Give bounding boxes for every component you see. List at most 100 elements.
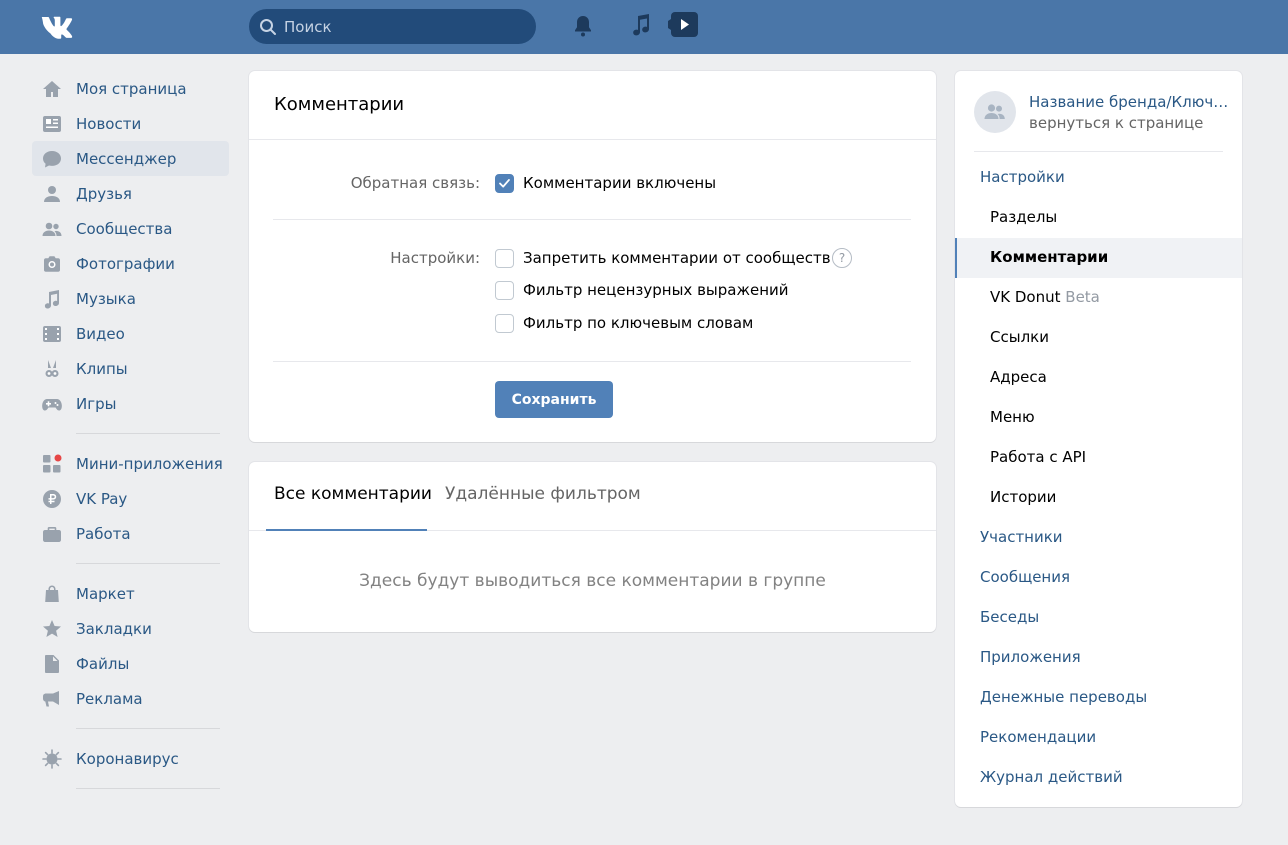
keyword-filter-label[interactable]: Фильтр по ключевым словам [523,314,753,332]
friends-icon [44,186,60,202]
file-icon [45,655,59,673]
settings-nav-comments[interactable]: Комментарии [955,238,1242,278]
nav-item-mini-apps[interactable]: Мини-приложения [32,446,229,481]
nav-item-games[interactable]: Игры [32,386,229,421]
nav-label: Клипы [76,360,128,378]
settings-label: Настройки: [390,249,480,267]
community-avatar[interactable] [974,91,1016,133]
tab-all-comments[interactable]: Все комментарии [274,484,432,504]
clips-icon [45,360,59,377]
left-nav: Моя страница Новости Мессенджер Друзья С… [32,71,229,801]
nav-label: Друзья [76,185,132,203]
home-icon [43,81,61,97]
section-divider [273,219,911,220]
bell-icon[interactable] [571,14,595,38]
news-icon [43,116,61,132]
block-community-comments-checkbox[interactable] [495,249,514,268]
nav-item-music[interactable]: Музыка [32,281,229,316]
keyword-filter-checkbox[interactable] [495,314,514,333]
checkmark-icon [499,179,510,188]
nav-label: Беседы [980,608,1040,626]
nav-item-clips[interactable]: Клипы [32,351,229,386]
video-icon [43,326,61,342]
nav-item-photos[interactable]: Фотографии [32,246,229,281]
nav-label: Меню [990,408,1035,426]
tab-filtered-comments[interactable]: Удалённые фильтром [445,484,641,504]
save-button[interactable]: Сохранить [495,381,613,418]
back-to-page-link[interactable]: вернуться к странице [1029,114,1203,132]
nav-item-communities[interactable]: Сообщества [32,211,229,246]
search-bar[interactable] [249,9,536,44]
nav-item-news[interactable]: Новости [32,106,229,141]
help-icon[interactable]: ? [832,248,852,268]
nav-item-messenger[interactable]: Мессенджер [32,141,229,176]
settings-nav-stories[interactable]: Истории [955,478,1242,518]
settings-nav-chats[interactable]: Беседы [955,598,1242,638]
comments-enabled-label[interactable]: Комментарии включены [523,174,716,192]
nav-item-video[interactable]: Видео [32,316,229,351]
community-icon [984,104,1005,119]
page-title: Комментарии [274,94,405,115]
nav-divider [76,563,220,564]
nav-item-work[interactable]: Работа [32,516,229,551]
settings-nav-apps[interactable]: Приложения [955,638,1242,678]
comments-settings-card: Комментарии Обратная связь: Комментарии … [249,71,936,442]
nav-label: VK Pay [76,490,128,508]
nav-label: Закладки [76,620,152,638]
settings-nav-vk-donut[interactable]: VK Donut Beta [955,278,1242,318]
vk-logo-icon[interactable] [40,12,86,42]
nav-label: Новости [76,115,142,133]
nav-item-coronavirus[interactable]: Коронавирус [32,741,229,776]
nav-label: Игры [76,395,117,413]
search-icon [260,19,276,35]
settings-nav-settings[interactable]: Настройки [955,158,1242,198]
nav-label: Участники [980,528,1063,546]
play-icon[interactable] [668,11,698,38]
block-community-comments-label[interactable]: Запретить комментарии от сообществ [523,249,831,267]
settings-nav-links[interactable]: Ссылки [955,318,1242,358]
nav-item-bookmarks[interactable]: Закладки [32,611,229,646]
community-name-link[interactable]: Название бренда/Ключе... [1029,93,1229,111]
nav-label: Мини-приложения [76,455,223,473]
section-divider [273,361,911,362]
settings-nav-members[interactable]: Участники [955,518,1242,558]
settings-nav-recommendations[interactable]: Рекомендации [955,718,1242,758]
search-input[interactable] [284,17,524,36]
apps-icon [43,454,62,473]
settings-nav-messages[interactable]: Сообщения [955,558,1242,598]
nav-item-files[interactable]: Файлы [32,646,229,681]
profanity-filter-checkbox[interactable] [495,281,514,300]
nav-label: Сообщества [76,220,173,238]
nav-item-ads[interactable]: Реклама [32,681,229,716]
nav-label: Журнал действий [980,768,1123,786]
nav-label: Мессенджер [76,150,177,168]
communities-icon [42,222,62,236]
settings-nav-api[interactable]: Работа с API [955,438,1242,478]
music-icon[interactable] [630,13,652,37]
settings-nav-addresses[interactable]: Адреса [955,358,1242,398]
vkpay-icon [43,490,61,508]
nav-label: VK Donut [990,288,1061,306]
camera-icon [44,256,60,272]
profanity-filter-label[interactable]: Фильтр нецензурных выражений [523,281,789,299]
music-icon [44,290,59,309]
nav-label: Файлы [76,655,130,673]
settings-nav-sections[interactable]: Разделы [955,198,1242,238]
settings-nav-action-log[interactable]: Журнал действий [955,758,1242,798]
nav-label: Сообщения [980,568,1071,586]
nav-item-friends[interactable]: Друзья [32,176,229,211]
nav-item-market[interactable]: Маркет [32,576,229,611]
nav-label: Адреса [990,368,1047,386]
bag-icon [45,585,59,602]
nav-label: Фотографии [76,255,175,273]
nav-label: Моя страница [76,80,187,98]
comments-enabled-checkbox[interactable] [495,174,514,193]
nav-label: Комментарии [990,248,1109,266]
megaphone-icon [43,691,59,707]
nav-label: Работа с API [990,448,1087,466]
nav-item-my-page[interactable]: Моя страница [32,71,229,106]
settings-nav-menu[interactable]: Меню [955,398,1242,438]
nav-item-vk-pay[interactable]: VK Pay [32,481,229,516]
settings-nav-money-transfers[interactable]: Денежные переводы [955,678,1242,718]
nav-divider [76,728,220,729]
